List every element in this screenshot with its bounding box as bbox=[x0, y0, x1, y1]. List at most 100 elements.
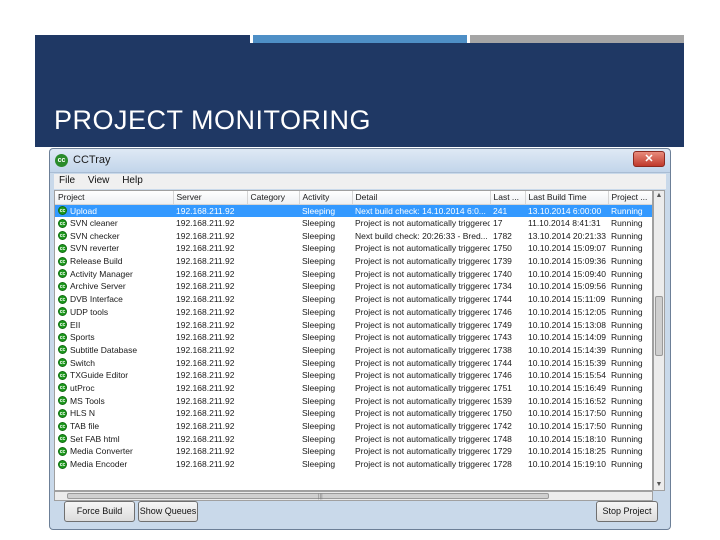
cell-last: 1743 bbox=[493, 332, 512, 343]
project-name: EII bbox=[70, 319, 81, 330]
build-status-icon: cc bbox=[58, 370, 67, 380]
build-status-icon: cc bbox=[58, 396, 67, 406]
cell-server: 192.168.211.92 bbox=[176, 218, 235, 229]
cell-last: 1738 bbox=[493, 344, 512, 355]
cell-activity: Sleeping bbox=[302, 446, 336, 457]
cell-server: 192.168.211.92 bbox=[176, 344, 235, 355]
header-row: Project Server Category Activity Detail … bbox=[55, 191, 652, 205]
project-rows: cc Upload 192.168.211.92 Sleeping Next build… bbox=[55, 204, 652, 471]
cell-last: 1734 bbox=[493, 281, 512, 292]
cell-last: 1751 bbox=[493, 382, 512, 393]
column-header-project-status[interactable]: Project ... bbox=[608, 191, 652, 205]
cell-status: Running bbox=[611, 294, 643, 305]
cell-detail: Project is not automatically triggered bbox=[355, 294, 490, 305]
column-header-last-build-label[interactable]: Last ... bbox=[490, 191, 526, 205]
column-header-category[interactable]: Category bbox=[247, 191, 300, 205]
table-row[interactable]: cc Subtitle Database 192.168.211.92 Sleepin… bbox=[55, 344, 652, 357]
table-row[interactable]: cc SVN reverter 192.168.211.92 Sleeping Proj… bbox=[55, 242, 652, 255]
column-header-last-build-time[interactable]: Last Build Time bbox=[525, 191, 609, 205]
table-row[interactable]: cc Switch 192.168.211.92 Sleeping Project is… bbox=[55, 356, 652, 369]
table-row[interactable]: cc SVN checker 192.168.211.92 Sleeping Next … bbox=[55, 229, 652, 242]
column-header-activity[interactable]: Activity bbox=[299, 191, 353, 205]
cell-project: cc SVN cleaner bbox=[55, 217, 173, 230]
menu-view[interactable]: View bbox=[83, 174, 115, 187]
project-name: UDP tools bbox=[70, 306, 109, 317]
column-header-project[interactable]: Project bbox=[55, 191, 174, 205]
title-band: PROJECT MONITORING bbox=[35, 43, 684, 147]
project-name: Subtitle Database bbox=[70, 344, 138, 355]
table-row[interactable]: cc Sports 192.168.211.92 Sleeping Project is… bbox=[55, 331, 652, 344]
table-row[interactable]: cc SVN cleaner 192.168.211.92 Sleeping Proje… bbox=[55, 217, 652, 230]
table-row[interactable]: cc EII 192.168.211.92 Sleeping Project is no… bbox=[55, 318, 652, 331]
vertical-scrollbar[interactable]: ▲ ▼ bbox=[653, 190, 665, 491]
cell-activity: Sleeping bbox=[302, 459, 336, 470]
cell-time: 10.10.2014 15:15:54 bbox=[528, 370, 606, 381]
window-titlebar[interactable]: cc CCTray ✕ bbox=[50, 149, 670, 173]
accent-bar-dark bbox=[35, 35, 250, 43]
cell-server: 192.168.211.92 bbox=[176, 433, 235, 444]
cell-time: 10.10.2014 15:14:39 bbox=[528, 344, 606, 355]
menu-file[interactable]: File bbox=[54, 174, 80, 187]
cell-category bbox=[247, 394, 299, 407]
scroll-up-icon[interactable]: ▲ bbox=[654, 191, 664, 201]
cell-server: 192.168.211.92 bbox=[176, 395, 235, 406]
table-row[interactable]: cc UDP tools 192.168.211.92 Sleeping Project… bbox=[55, 306, 652, 319]
cc-icon: cc bbox=[55, 154, 68, 167]
cell-detail: Project is not automatically triggered bbox=[355, 446, 490, 457]
cell-category bbox=[247, 318, 299, 331]
cell-project: cc UDP tools bbox=[55, 306, 173, 319]
cell-server: 192.168.211.92 bbox=[176, 332, 235, 343]
table-row[interactable]: cc utProc 192.168.211.92 Sleeping Project is… bbox=[55, 382, 652, 395]
build-status-icon: cc bbox=[58, 358, 67, 368]
cell-detail: Project is not automatically triggered bbox=[355, 256, 490, 267]
column-header-detail[interactable]: Detail bbox=[352, 191, 491, 205]
table-row[interactable]: cc DVB Interface 192.168.211.92 Sleeping Pro… bbox=[55, 293, 652, 306]
cell-last: 1742 bbox=[493, 421, 512, 432]
cell-status: Running bbox=[611, 306, 643, 317]
cell-project: cc Sports bbox=[55, 331, 173, 344]
column-header-server[interactable]: Server bbox=[173, 191, 248, 205]
table-row[interactable]: cc MS Tools 192.168.211.92 Sleeping Project … bbox=[55, 394, 652, 407]
table-row[interactable]: cc Media Encoder 192.168.211.92 Sleeping Pro… bbox=[55, 458, 652, 471]
cell-status: Running bbox=[611, 218, 643, 229]
project-name: SVN checker bbox=[70, 230, 120, 241]
build-status-icon: cc bbox=[58, 434, 67, 444]
horizontal-scroll-thumb[interactable]: ||| bbox=[67, 493, 549, 500]
cell-time: 10.10.2014 15:13:08 bbox=[528, 319, 606, 330]
horizontal-scrollbar[interactable]: ||| bbox=[54, 491, 653, 501]
table-row[interactable]: cc Upload 192.168.211.92 Sleeping Next build… bbox=[55, 204, 652, 217]
build-status-icon: cc bbox=[58, 383, 67, 393]
table-row[interactable]: cc Media Converter 192.168.211.92 Sleeping P… bbox=[55, 445, 652, 458]
vertical-scroll-thumb[interactable] bbox=[655, 296, 663, 356]
stop-project-button[interactable]: Stop Project bbox=[596, 501, 658, 522]
cell-last: 1539 bbox=[493, 395, 512, 406]
table-row[interactable]: cc Release Build 192.168.211.92 Sleeping Pro… bbox=[55, 255, 652, 268]
table-row[interactable]: cc Activity Manager 192.168.211.92 Sleeping… bbox=[55, 267, 652, 280]
table-row[interactable]: cc Set FAB html 192.168.211.92 Sleeping Proj… bbox=[55, 432, 652, 445]
accent-bar-gray bbox=[470, 35, 684, 43]
show-queues-button[interactable]: Show Queues bbox=[138, 501, 198, 522]
cell-detail: Project is not automatically triggered bbox=[355, 357, 490, 368]
cell-project: cc SVN reverter bbox=[55, 242, 173, 255]
force-build-button[interactable]: Force Build bbox=[64, 501, 135, 522]
close-button[interactable]: ✕ bbox=[633, 151, 665, 167]
table-row[interactable]: cc Archive Server 192.168.211.92 Sleeping Pr… bbox=[55, 280, 652, 293]
cell-category bbox=[247, 432, 299, 445]
cell-time: 10.10.2014 15:09:40 bbox=[528, 268, 606, 279]
cell-last: 1729 bbox=[493, 446, 512, 457]
cell-project: cc Upload bbox=[55, 204, 173, 217]
cell-project: cc Media Encoder bbox=[55, 458, 173, 471]
cell-detail: Project is not automatically triggered bbox=[355, 382, 490, 393]
project-name: HLS N bbox=[70, 408, 96, 419]
cell-detail: Project is not automatically triggered bbox=[355, 344, 490, 355]
cell-project: cc Switch bbox=[55, 356, 173, 369]
cell-category bbox=[247, 458, 299, 471]
build-status-icon: cc bbox=[58, 320, 67, 330]
cell-detail: Project is not automatically triggered bbox=[355, 281, 490, 292]
cell-status: Running bbox=[611, 332, 643, 343]
menu-help[interactable]: Help bbox=[117, 174, 148, 187]
table-row[interactable]: cc TAB file 192.168.211.92 Sleeping Project … bbox=[55, 420, 652, 433]
table-row[interactable]: cc HLS N 192.168.211.92 Sleeping Project is … bbox=[55, 407, 652, 420]
scroll-down-icon[interactable]: ▼ bbox=[654, 480, 664, 490]
table-row[interactable]: cc TXGuide Editor 192.168.211.92 Sleeping Pr… bbox=[55, 369, 652, 382]
